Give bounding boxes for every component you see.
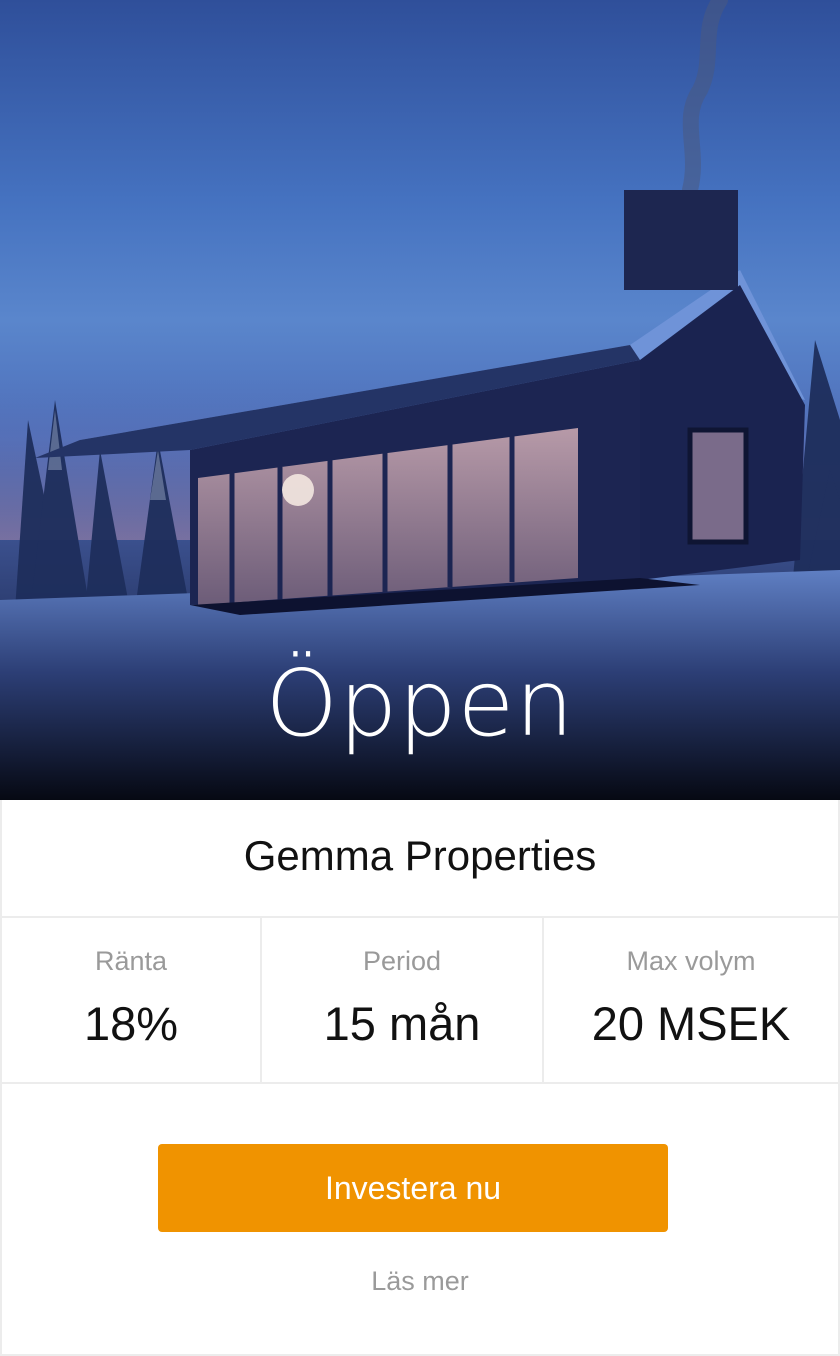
stat-label: Period bbox=[362, 946, 442, 976]
invest-now-button[interactable]: Investera nu bbox=[158, 1144, 668, 1232]
stat-label: Max volym bbox=[626, 946, 756, 976]
stat-max-volume: Max volym 20 MSEK bbox=[542, 918, 838, 1082]
stat-interest: Ränta 18% bbox=[2, 918, 260, 1082]
stat-value: 15 mån bbox=[323, 997, 481, 1050]
stat-period: Period 15 mån bbox=[260, 918, 542, 1082]
company-name: Gemma Properties bbox=[243, 832, 597, 879]
read-more-link[interactable]: Läs mer bbox=[2, 1266, 838, 1297]
stat-value: 18% bbox=[83, 997, 179, 1050]
stat-label: Ränta bbox=[94, 946, 168, 976]
investment-card: Gemma Properties Ränta 18% Period 15 mån… bbox=[0, 800, 840, 1356]
stats-row: Ränta 18% Period 15 mån Max volym 20 MSE… bbox=[2, 916, 838, 1084]
status-label: Öppen bbox=[265, 650, 575, 757]
stat-value: 20 MSEK bbox=[591, 997, 791, 1050]
hero-banner: Öppen bbox=[0, 0, 840, 800]
